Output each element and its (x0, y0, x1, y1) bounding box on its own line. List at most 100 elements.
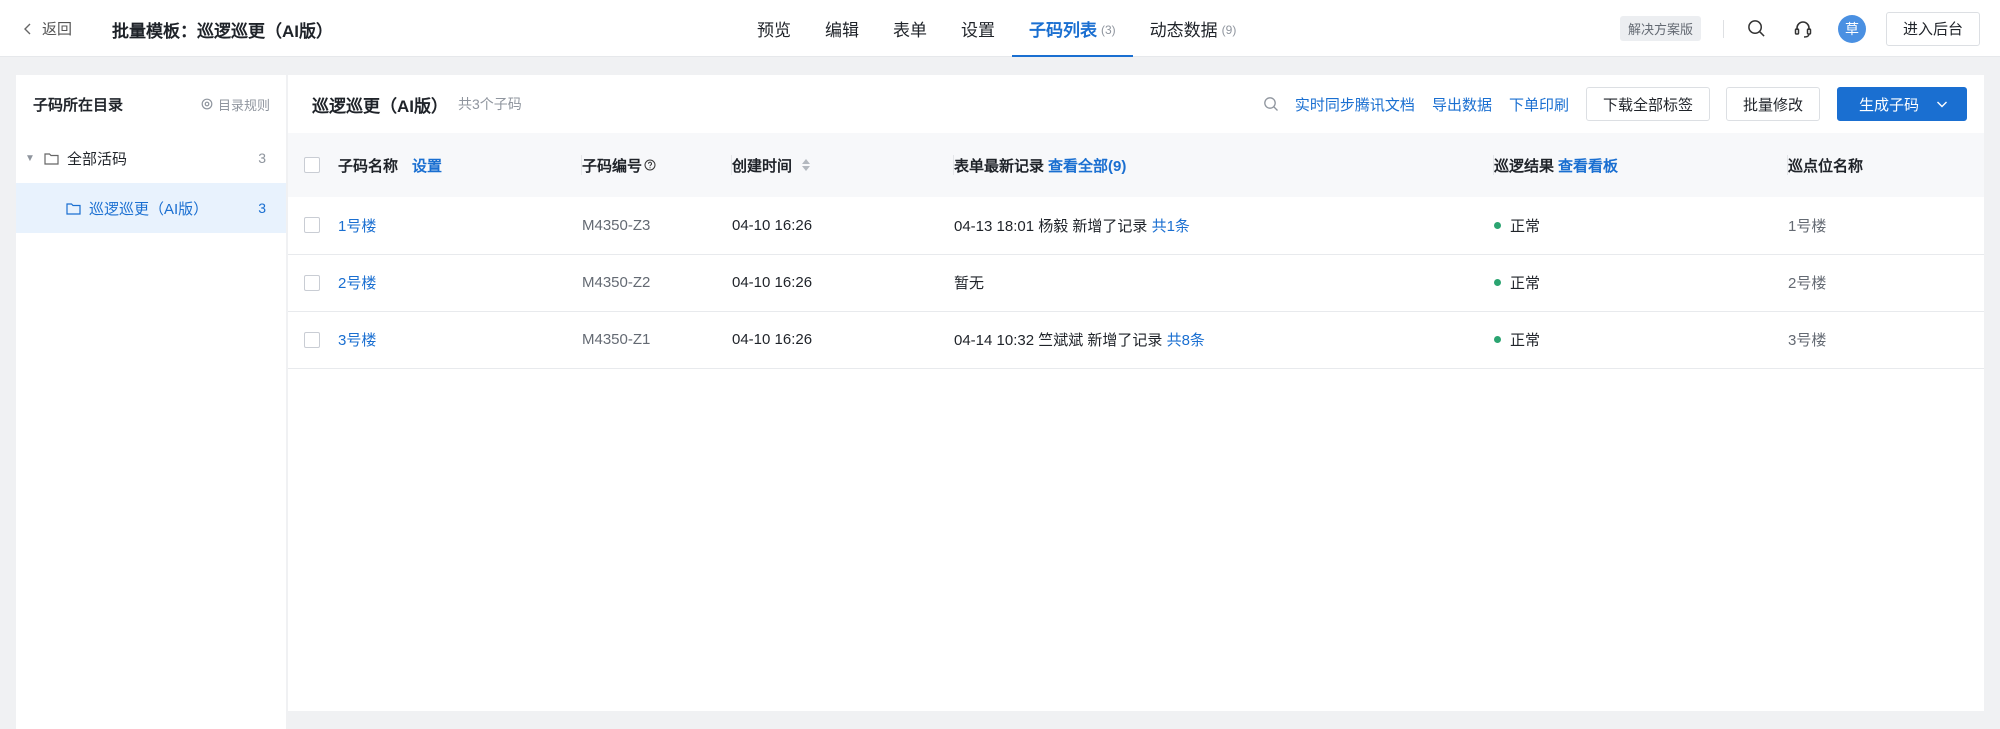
top-bar: 返回 批量模板：巡逻巡更（AI版） 预览 编辑 表单 设置 子码列表 (3) 动态… (0, 0, 2000, 57)
export-data-link[interactable]: 导出数据 (1432, 94, 1492, 115)
solution-badge: 解决方案版 (1619, 16, 1701, 41)
view-dashboard-link[interactable]: 查看看板 (1558, 155, 1618, 176)
column-header-result: 巡逻结果 (1494, 157, 1555, 175)
back-button[interactable]: 返回 (22, 18, 72, 39)
sidebar-item-count: 3 (258, 150, 266, 166)
tab-label: 表单 (893, 21, 927, 40)
table-row[interactable]: 2号楼 M4350-Z2 04-10 16:26 暂无 正常 2号楼 (288, 254, 1984, 311)
batch-edit-button[interactable]: 批量修改 (1725, 87, 1820, 121)
column-header-record: 表单最新记录 (954, 157, 1045, 175)
column-settings-link[interactable]: 设置 (412, 155, 442, 176)
tab-form[interactable]: 表单 (876, 0, 944, 57)
sidebar-header: 子码所在目录 目录规则 (16, 75, 286, 133)
created-time: 04-10 16:26 (732, 274, 813, 291)
directory-rule-label: 目录规则 (217, 97, 270, 113)
created-time: 04-10 16:26 (732, 331, 813, 348)
directory-sidebar: 子码所在目录 目录规则 ▼ 全部活码 3 巡逻巡更（AI版） 3 (16, 75, 286, 729)
settings-icon (201, 98, 213, 110)
main-tabs: 预览 编辑 表单 设置 子码列表 (3) 动态数据 (9) (740, 0, 1253, 57)
sidebar-title: 子码所在目录 (33, 96, 124, 114)
list-title: 巡逻巡更（AI版） (312, 96, 448, 116)
row-checkbox[interactable] (304, 217, 320, 234)
tab-edit[interactable]: 编辑 (808, 0, 876, 57)
back-label: 返回 (42, 21, 73, 38)
tab-count: (9) (1221, 22, 1237, 37)
page-title: 批量模板：巡逻巡更（AI版） (112, 22, 333, 41)
status-text: 正常 (1510, 217, 1541, 235)
subcode-id: M4350-Z2 (582, 274, 651, 291)
sidebar-item-patrol[interactable]: 巡逻巡更（AI版） 3 (16, 183, 286, 233)
list-count: 共3个子码 (458, 96, 522, 112)
created-time: 04-10 16:26 (732, 216, 813, 234)
table-row[interactable]: 3号楼 M4350-Z1 04-10 16:26 04-14 10:32 竺斌斌… (288, 311, 1984, 368)
row-checkbox[interactable] (304, 274, 320, 291)
latest-record: 暂无 (954, 254, 1494, 311)
table-header-row: 子码名称 设置 子码编号 创建时间 表单最新记录 查看全部(9) 巡逻结果 查看看板 … (288, 133, 1984, 197)
sidebar-item-count: 3 (258, 200, 266, 216)
subcode-name-link[interactable]: 1号楼 (338, 218, 376, 235)
tab-label: 编辑 (825, 21, 859, 40)
subcode-list-panel: 巡逻巡更（AI版） 共3个子码 实时同步腾讯文档 导出数据 下单印刷 下载全部标… (288, 75, 1984, 711)
tab-subcode-list[interactable]: 子码列表 (3) (1012, 0, 1133, 57)
headset-icon[interactable] (1792, 18, 1814, 40)
order-print-link[interactable]: 下单印刷 (1509, 94, 1569, 115)
download-all-labels-button[interactable]: 下载全部标签 (1585, 87, 1710, 121)
enter-backend-button[interactable]: 进入后台 (1885, 11, 1980, 46)
subcode-name-link[interactable]: 3号楼 (338, 332, 376, 349)
latest-record: 04-14 10:32 竺斌斌 新增了记录 共8条 (954, 311, 1494, 368)
row-checkbox[interactable] (304, 331, 320, 348)
subcode-table: 子码名称 设置 子码编号 创建时间 表单最新记录 查看全部(9) 巡逻结果 查看看板 … (288, 133, 1984, 369)
tab-label: 预览 (757, 21, 791, 40)
record-count-link[interactable]: 共8条 (1167, 332, 1205, 349)
column-header-code: 子码编号 (582, 157, 643, 175)
sidebar-item-all-codes[interactable]: ▼ 全部活码 3 (16, 133, 286, 183)
chevron-down-icon[interactable] (1936, 98, 1948, 110)
tab-dynamic-data[interactable]: 动态数据 (9) (1133, 0, 1254, 57)
status-dot (1494, 221, 1501, 229)
point-name: 3号楼 (1788, 332, 1827, 349)
folder-icon (44, 152, 59, 165)
header-tools: 解决方案版 草 进入后台 (1619, 0, 1980, 57)
table-row[interactable]: 1号楼 M4350-Z3 04-10 16:26 04-13 18:01 杨毅 … (288, 197, 1984, 254)
point-name: 1号楼 (1788, 217, 1827, 235)
avatar[interactable]: 草 (1837, 14, 1866, 43)
tab-count: (3) (1101, 22, 1116, 37)
subcode-id: M4350-Z3 (582, 216, 651, 234)
column-header-point: 巡点位名称 (1788, 157, 1864, 175)
sort-icon[interactable] (802, 159, 811, 171)
patrol-result: 正常 (1494, 311, 1788, 368)
latest-record-text: 04-14 10:32 竺斌斌 新增了记录 (954, 332, 1167, 349)
sidebar-item-label: 巡逻巡更（AI版） (89, 200, 209, 218)
status-dot (1494, 279, 1501, 286)
directory-rule-button[interactable]: 目录规则 (201, 95, 270, 114)
sync-tencent-docs-link[interactable]: 实时同步腾讯文档 (1295, 94, 1415, 115)
latest-record-text: 04-13 18:01 杨毅 新增了记录 (954, 217, 1152, 235)
subcode-name-link[interactable]: 2号楼 (338, 275, 376, 292)
select-all-checkbox[interactable] (304, 157, 320, 173)
point-name: 2号楼 (1788, 275, 1827, 292)
search-icon[interactable] (1263, 96, 1279, 112)
tab-settings[interactable]: 设置 (944, 0, 1012, 57)
subcode-id: M4350-Z1 (582, 331, 651, 348)
patrol-result: 正常 (1494, 254, 1788, 311)
search-icon[interactable] (1746, 18, 1768, 40)
caret-down-icon[interactable]: ▼ (25, 153, 35, 164)
latest-record: 04-13 18:01 杨毅 新增了记录 共1条 (954, 197, 1494, 254)
tab-label: 动态数据 (1149, 21, 1218, 40)
list-header: 巡逻巡更（AI版） 共3个子码 实时同步腾讯文档 导出数据 下单印刷 下载全部标… (288, 75, 1984, 133)
patrol-result: 正常 (1494, 197, 1788, 254)
sidebar-item-label: 全部活码 (67, 150, 128, 168)
column-header-name: 子码名称 (338, 157, 399, 175)
generate-subcode-label: 生成子码 (1859, 96, 1920, 114)
record-count-link[interactable]: 共1条 (1152, 218, 1190, 235)
chevron-left-icon (24, 23, 31, 34)
tab-preview[interactable]: 预览 (740, 0, 808, 57)
status-dot (1494, 336, 1501, 343)
generate-subcode-button[interactable]: 生成子码 (1837, 87, 1967, 121)
latest-record-text: 暂无 (954, 275, 985, 292)
tab-label: 子码列表 (1029, 21, 1097, 40)
column-header-created: 创建时间 (732, 157, 793, 175)
status-text: 正常 (1510, 332, 1541, 349)
help-icon[interactable] (644, 159, 656, 171)
view-all-records-link[interactable]: 查看全部(9) (1048, 155, 1126, 176)
